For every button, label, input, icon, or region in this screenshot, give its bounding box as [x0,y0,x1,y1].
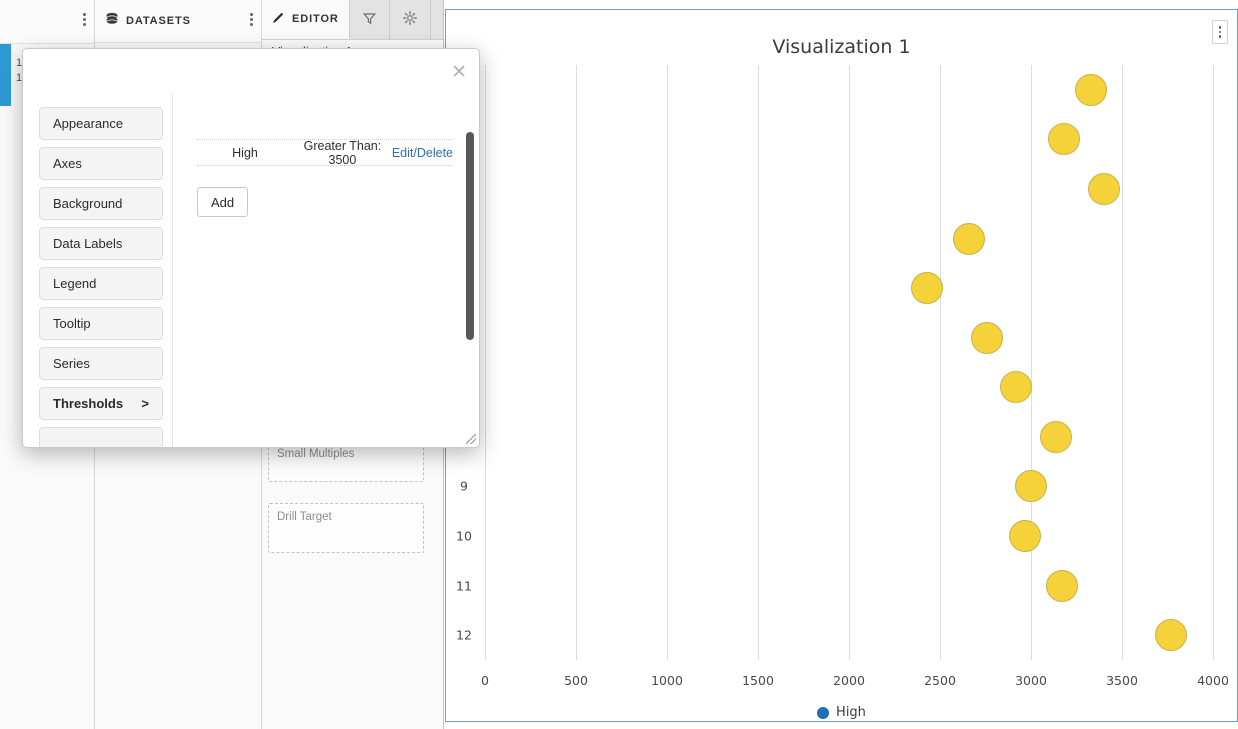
chevron-right-icon: > [141,396,149,411]
dialog-nav-item-label: Legend [53,276,96,291]
x-axis-tick-label: 1500 [742,673,774,688]
visualization-card: Visualization 1 050010001500200025003000… [445,9,1238,722]
add-threshold-button[interactable]: Add [197,187,248,217]
gridline [1213,65,1214,660]
scatter-point[interactable] [1155,619,1187,651]
legend-color-swatch [817,707,829,719]
app-root: 1 ( 1 ( DATASETS All [0,0,1238,729]
dialog-nav-item-label: Axes [53,156,82,171]
threshold-condition: Greater Than: 3500 [293,139,392,167]
dialog-nav-item-data-labels[interactable]: Data Labels [39,227,163,260]
legend-label: High [836,705,866,720]
x-axis-tick-label: 2000 [833,673,865,688]
datasets-panel-header: DATASETS [95,0,261,43]
accent-bar [0,44,11,106]
dialog-nav-item-label: Data Labels [53,236,122,251]
x-axis-tick-label: 2500 [924,673,956,688]
dialog-nav-item-background[interactable]: Background [39,187,163,220]
x-axis-tick-label: 500 [564,673,588,688]
scatter-point[interactable] [1048,123,1080,155]
scatter-point[interactable] [1088,173,1120,205]
tab-filter[interactable] [350,0,390,39]
dialog-nav-item-partial[interactable] [39,427,163,448]
scatter-point[interactable] [1000,371,1032,403]
filter-icon [363,12,376,28]
scatter-point[interactable] [1046,570,1078,602]
gridline [849,65,850,660]
dialog-nav-item-series[interactable]: Series [39,347,163,380]
gridline [940,65,941,660]
x-axis-tick-label: 1000 [651,673,683,688]
dialog-nav-item-label: Background [53,196,122,211]
scatter-point[interactable] [953,223,985,255]
dialog-body: Appearance Axes Background Data Labels Legen… [23,93,479,447]
dialog-scrollbar[interactable] [466,132,474,340]
dialog-nav-item-thresholds[interactable]: Thresholds > [39,387,163,420]
scatter-point[interactable] [911,272,943,304]
y-axis-tick-label: 12 [456,628,472,643]
y-axis-tick-label: 9 [460,479,468,494]
dialog-nav-item-legend[interactable]: Legend [39,267,163,300]
gridline [1031,65,1032,660]
scatter-point[interactable] [1009,520,1041,552]
gridline [485,65,486,660]
threshold-name: High [197,146,293,160]
x-axis-tick-label: 4000 [1197,673,1229,688]
x-axis-tick-label: 3000 [1015,673,1047,688]
y-axis-tick-label: 10 [456,529,472,544]
tab-settings[interactable] [390,0,431,39]
threshold-row: HighGreater Than: 3500Edit/Delete [197,139,453,166]
dialog-nav-item-appearance[interactable]: Appearance [39,107,163,140]
x-axis-tick-label: 0 [481,673,489,688]
gear-icon [403,11,417,28]
gridline [667,65,668,660]
left-panel-header [0,0,94,44]
dialog-nav-list: Appearance Axes Background Data Labels Legen… [23,93,173,447]
x-axis-tick-label: 3500 [1106,673,1138,688]
threshold-rows: HighGreater Than: 3500Edit/Delete [197,139,453,166]
tab-editor-label: EDITOR [292,13,339,25]
scatter-plot: 0 500 1000 1500 2000 2500 3000 3500 4000 9 10 11 12 [446,10,1238,723]
chart-settings-dialog: ✕ Appearance Axes Background Data Labels Leg… [22,48,480,448]
dialog-nav-item-label: Thresholds [53,396,123,411]
database-icon [105,12,119,31]
kebab-menu-icon[interactable] [83,13,86,26]
scatter-point[interactable] [1075,74,1107,106]
shelf-drill-target[interactable]: Drill Target [268,503,424,553]
dialog-resize-handle[interactable] [466,434,476,444]
datasets-panel-title: DATASETS [126,15,191,27]
y-axis-tick-label: 11 [456,578,472,593]
chart-legend: High [446,705,1237,720]
tab-editor[interactable]: EDITOR [262,0,350,39]
shelf-drill-target-label: Drill Target [277,511,332,523]
dialog-nav-item-tooltip[interactable]: Tooltip [39,307,163,340]
threshold-edit-delete-link[interactable]: Edit/Delete [392,146,453,160]
dialog-nav-item-axes[interactable]: Axes [39,147,163,180]
editor-tab-bar: EDITOR [262,0,443,40]
kebab-menu-icon[interactable] [250,13,253,26]
dialog-nav-item-label: Appearance [53,116,123,131]
shelf-small-multiples-label: Small Multiples [277,448,354,460]
dialog-nav-item-label: Series [53,356,90,371]
close-icon[interactable]: ✕ [451,63,467,82]
scatter-point[interactable] [1040,421,1072,453]
scatter-point[interactable] [1015,470,1047,502]
scatter-point[interactable] [971,322,1003,354]
dialog-content-thresholds: HighGreater Than: 3500Edit/Delete Add [173,93,479,447]
dialog-nav-item-label: Tooltip [53,316,91,331]
gridline [1122,65,1123,660]
gridline [576,65,577,660]
gridline [758,65,759,660]
pencil-icon [272,11,285,27]
